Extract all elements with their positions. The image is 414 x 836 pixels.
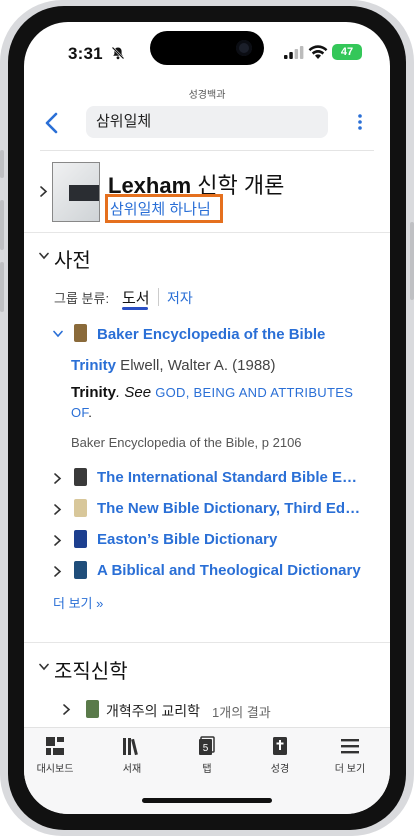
tab-active-indicator — [122, 307, 148, 310]
tabs-count: 5 — [203, 743, 209, 754]
resource-section-link[interactable]: 삼위일체 하나님 — [110, 198, 211, 219]
cellular-signal-icon — [284, 46, 304, 59]
article-header: Trinity Elwell, Walter A. (1988) — [71, 357, 276, 374]
section-divider — [24, 642, 390, 643]
chevron-right-icon[interactable] — [53, 473, 62, 484]
power-button — [410, 222, 414, 300]
section-divider — [24, 232, 390, 233]
tab-library-label: 서재 — [122, 764, 142, 775]
book-thumbnail — [74, 468, 87, 486]
volume-up-button — [0, 200, 4, 250]
tab-dashboard-label: 대시보드 — [36, 764, 74, 775]
bell-muted-icon — [111, 46, 125, 60]
volume-down-button — [0, 262, 4, 312]
home-indicator — [142, 798, 272, 803]
systematic-book-title[interactable]: 개혁주의 교리학 — [106, 701, 200, 721]
chevron-down-icon[interactable] — [53, 330, 63, 338]
app-title: 성경백과 — [188, 90, 226, 101]
article-text-cont: of. — [71, 405, 92, 420]
chevron-right-icon[interactable] — [53, 566, 62, 577]
wifi-icon — [308, 45, 328, 59]
tab-library[interactable]: 서재 — [102, 736, 162, 775]
header-divider — [40, 150, 374, 151]
article-see: . See — [116, 384, 156, 401]
chevron-right-icon[interactable] — [53, 504, 62, 515]
screen: 3:31 47 성경백과 삼위일체 Lexham 신학 개론 삼위일체 하나님 … — [24, 22, 390, 814]
camera-icon — [236, 40, 252, 56]
phone-frame: 3:31 47 성경백과 삼위일체 Lexham 신학 개론 삼위일체 하나님 … — [0, 0, 414, 836]
menu-icon — [341, 739, 359, 754]
article-bold: Trinity — [71, 384, 117, 401]
tab-dashboard[interactable]: 대시보드 — [25, 736, 85, 775]
chevron-right-icon[interactable] — [53, 535, 62, 546]
book-title-easton[interactable]: Easton’s Bible Dictionary — [97, 531, 277, 548]
tab-books[interactable]: 도서 — [122, 287, 150, 308]
dynamic-island — [150, 31, 264, 65]
see-also-link-cont[interactable]: of — [71, 405, 88, 420]
resource-card: Lexham 신학 개론 삼위일체 하나님 — [24, 154, 390, 232]
tab-more-label: 더 보기 — [334, 764, 366, 775]
tab-more[interactable]: 더 보기 — [320, 736, 380, 775]
bible-icon — [273, 737, 287, 755]
article-title-link[interactable]: Trinity — [71, 357, 116, 374]
chevron-down-icon[interactable] — [39, 663, 49, 671]
book-cover-image[interactable] — [52, 162, 100, 222]
systematic-result-count: 1개의 결과 — [212, 705, 271, 720]
battery-indicator: 47 — [332, 44, 362, 60]
dashboard-icon — [46, 737, 64, 755]
book-thumbnail — [74, 530, 87, 548]
book-title-baker[interactable]: Baker Encyclopedia of the Bible — [97, 326, 325, 343]
see-also-link[interactable]: God, Being and Attributes — [155, 385, 353, 400]
more-results-link[interactable]: 더 보기 » — [53, 593, 103, 612]
search-input[interactable]: 삼위일체 — [86, 106, 328, 138]
tab-author[interactable]: 저자 — [167, 288, 193, 308]
tab-tabs-label: 탭 — [202, 764, 212, 775]
book-thumbnail — [74, 561, 87, 579]
back-chevron-icon[interactable] — [44, 112, 60, 134]
status-bar: 3:31 47 — [24, 22, 390, 76]
tab-tabs[interactable]: 5 탭 — [177, 736, 237, 775]
tabs-icon: 5 — [199, 736, 215, 755]
chevron-down-icon[interactable] — [39, 252, 49, 260]
book-title-isbe[interactable]: The International Standard Bible E… — [97, 469, 357, 486]
chevron-right-icon[interactable] — [39, 186, 48, 197]
section-title-dictionary[interactable]: 사전 — [54, 244, 91, 273]
book-thumbnail — [86, 700, 99, 718]
book-title-btd[interactable]: A Biblical and Theological Dictionary — [97, 562, 361, 579]
chevron-right-icon[interactable] — [62, 704, 71, 715]
tab-bible-label: 성경 — [270, 764, 290, 775]
article-period: . — [88, 405, 93, 420]
book-title-nbd[interactable]: The New Bible Dictionary, Third Ed… — [97, 500, 360, 517]
action-button — [0, 150, 4, 178]
book-thumbnail — [74, 324, 87, 342]
article-text: Trinity. See God, Being and Attributes — [71, 384, 353, 401]
section-title-systematic[interactable]: 조직신학 — [54, 655, 128, 684]
more-options-icon[interactable] — [358, 114, 362, 130]
book-thumbnail — [74, 499, 87, 517]
tab-bible[interactable]: 성경 — [250, 736, 310, 775]
library-icon — [123, 738, 138, 756]
group-label: 그룹 분류: — [54, 291, 110, 306]
tab-divider — [158, 288, 159, 306]
article-source: Baker Encyclopedia of the Bible, p 2106 — [71, 435, 302, 450]
article-author-year: Elwell, Walter A. (1988) — [116, 357, 276, 374]
status-time: 3:31 — [68, 44, 103, 63]
